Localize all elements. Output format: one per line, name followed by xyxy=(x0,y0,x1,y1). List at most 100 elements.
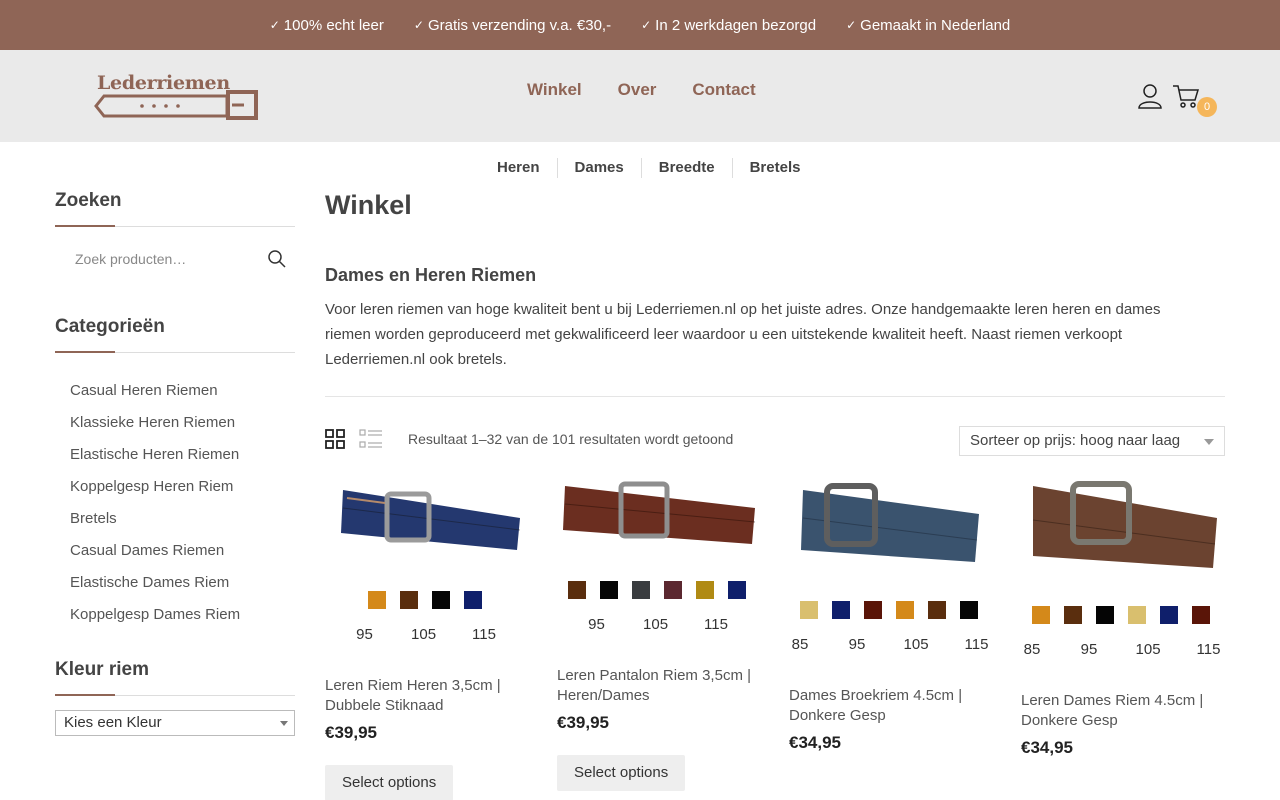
chevron-down-icon xyxy=(280,721,288,726)
color-swatch[interactable] xyxy=(1192,606,1210,624)
size-option[interactable]: 115 xyxy=(704,616,728,633)
nav-contact[interactable]: Contact xyxy=(692,80,755,100)
category-item[interactable]: Bretels xyxy=(55,509,295,541)
color-swatch[interactable] xyxy=(1096,606,1114,624)
product-image[interactable] xyxy=(1021,478,1221,568)
color-swatches xyxy=(789,601,989,619)
product-image[interactable] xyxy=(789,478,989,568)
color-swatch[interactable] xyxy=(960,601,978,619)
product-title[interactable]: Leren Dames Riem 4.5cm | Donkere Gesp xyxy=(1021,691,1221,731)
search-widget-title: Zoeken xyxy=(55,190,295,227)
color-swatch[interactable] xyxy=(464,591,482,609)
product-card[interactable]: 95 105 115 Leren Pantalon Riem 3,5cm | Her… xyxy=(557,478,757,791)
main-nav: Winkel Over Contact xyxy=(527,80,756,100)
category-item[interactable]: Elastische Heren Riemen xyxy=(55,445,295,477)
product-image[interactable] xyxy=(325,478,525,568)
color-swatch[interactable] xyxy=(1128,606,1146,624)
category-item[interactable]: Klassieke Heren Riemen xyxy=(55,413,295,445)
size-option[interactable]: 95 xyxy=(847,636,868,653)
subnav-breedte[interactable]: Breedte xyxy=(640,158,732,178)
size-option[interactable]: 105 xyxy=(1136,641,1161,658)
sort-select-value: Sorteer op prijs: hoog naar laag xyxy=(970,432,1181,449)
usp-bar: ✓ 100% echt leer ✓ Gratis verzending v.a. … xyxy=(0,0,1280,50)
category-item[interactable]: Casual Dames Riemen xyxy=(55,541,295,573)
size-list: 85 95 105 115 xyxy=(789,636,989,653)
account-icon[interactable] xyxy=(1138,83,1162,109)
color-swatch[interactable] xyxy=(896,601,914,619)
color-swatch[interactable] xyxy=(696,581,714,599)
select-options-button[interactable]: Select options xyxy=(325,765,454,800)
product-title[interactable]: Dames Broekriem 4.5cm | Donkere Gesp xyxy=(789,686,989,726)
list-view-icon[interactable] xyxy=(359,429,383,449)
color-swatch[interactable] xyxy=(800,601,818,619)
color-swatch[interactable] xyxy=(928,601,946,619)
product-title[interactable]: Leren Riem Heren 3,5cm | Dubbele Stiknaa… xyxy=(325,676,525,716)
sort-select[interactable]: Sorteer op prijs: hoog naar laag xyxy=(959,426,1225,456)
color-widget-title: Kleur riem xyxy=(55,659,295,696)
size-option[interactable]: 95 xyxy=(1079,641,1100,658)
search-box xyxy=(55,227,295,289)
color-swatches xyxy=(557,581,757,599)
color-swatch[interactable] xyxy=(568,581,586,599)
subnav-dames[interactable]: Dames xyxy=(556,158,641,178)
product-card[interactable]: 85 95 105 115 Dames Broekriem 4.5cm | Donke… xyxy=(789,478,989,753)
product-card[interactable]: 85 95 105 115 Leren Dames Riem 4.5cm | Donk… xyxy=(1021,478,1221,758)
product-price: €34,95 xyxy=(789,733,841,752)
size-option[interactable]: 115 xyxy=(965,636,989,653)
nav-over[interactable]: Over xyxy=(618,80,657,100)
category-list: Casual Heren Riemen Klassieke Heren Riem… xyxy=(55,381,295,637)
product-title[interactable]: Leren Pantalon Riem 3,5cm | Heren/Dames xyxy=(557,666,757,706)
cart-icon[interactable] xyxy=(1172,83,1200,109)
color-swatch[interactable] xyxy=(432,591,450,609)
color-swatches xyxy=(1021,606,1221,624)
category-item[interactable]: Casual Heren Riemen xyxy=(55,381,295,413)
subnav-heren[interactable]: Heren xyxy=(480,158,557,178)
cart-count-badge: 0 xyxy=(1197,97,1217,117)
color-swatch[interactable] xyxy=(664,581,682,599)
category-item[interactable]: Koppelgesp Dames Riem xyxy=(55,605,295,637)
product-price: €39,95 xyxy=(557,713,609,732)
search-input[interactable] xyxy=(55,239,295,279)
color-swatch[interactable] xyxy=(728,581,746,599)
color-select[interactable]: Kies een Kleur xyxy=(55,710,295,736)
sidebar: Zoeken Categorieën Casual Heren Riemen K… xyxy=(55,190,295,736)
size-option[interactable]: 105 xyxy=(411,626,436,643)
size-option[interactable]: 85 xyxy=(790,636,811,653)
size-option[interactable]: 115 xyxy=(472,626,496,643)
check-icon: ✓ xyxy=(641,18,652,32)
size-option[interactable]: 115 xyxy=(1197,641,1221,658)
site-header: Lederriemen Winkel Over Contact 0 xyxy=(0,50,1280,142)
color-swatch[interactable] xyxy=(1160,606,1178,624)
grid-view-icon[interactable] xyxy=(325,429,345,449)
usp-item: ✓ Gratis verzending v.a. €30,- xyxy=(413,16,612,34)
category-item[interactable]: Elastische Dames Riem xyxy=(55,573,295,605)
color-swatch[interactable] xyxy=(368,591,386,609)
product-card[interactable]: 95 105 115 Leren Riem Heren 3,5cm | Dubbel… xyxy=(325,478,525,800)
size-option[interactable]: 85 xyxy=(1022,641,1043,658)
color-swatch[interactable] xyxy=(600,581,618,599)
subnav-bretels[interactable]: Bretels xyxy=(731,158,818,178)
color-swatch[interactable] xyxy=(632,581,650,599)
check-icon: ✓ xyxy=(269,18,280,32)
nav-winkel[interactable]: Winkel xyxy=(527,80,582,100)
size-option[interactable]: 95 xyxy=(586,616,607,633)
size-option[interactable]: 95 xyxy=(354,626,375,643)
size-option[interactable]: 105 xyxy=(904,636,929,653)
categories-widget-title: Categorieën xyxy=(55,316,295,353)
color-swatch[interactable] xyxy=(400,591,418,609)
color-swatch[interactable] xyxy=(832,601,850,619)
color-swatch[interactable] xyxy=(1032,606,1050,624)
result-count: Resultaat 1–32 van de 101 resultaten wor… xyxy=(408,431,734,447)
size-list: 85 95 105 115 xyxy=(1021,641,1221,658)
site-logo[interactable]: Lederriemen xyxy=(92,72,262,120)
size-list: 95 105 115 xyxy=(557,616,757,633)
color-swatch[interactable] xyxy=(1064,606,1082,624)
product-price: €39,95 xyxy=(325,723,377,742)
color-swatch[interactable] xyxy=(864,601,882,619)
size-option[interactable]: 105 xyxy=(643,616,668,633)
select-options-button[interactable]: Select options xyxy=(557,755,686,791)
category-item[interactable]: Koppelgesp Heren Riem xyxy=(55,477,295,509)
search-icon[interactable] xyxy=(267,249,287,269)
product-image[interactable] xyxy=(557,478,757,568)
intro-text: Voor leren riemen van hoge kwaliteit ben… xyxy=(325,301,1161,368)
